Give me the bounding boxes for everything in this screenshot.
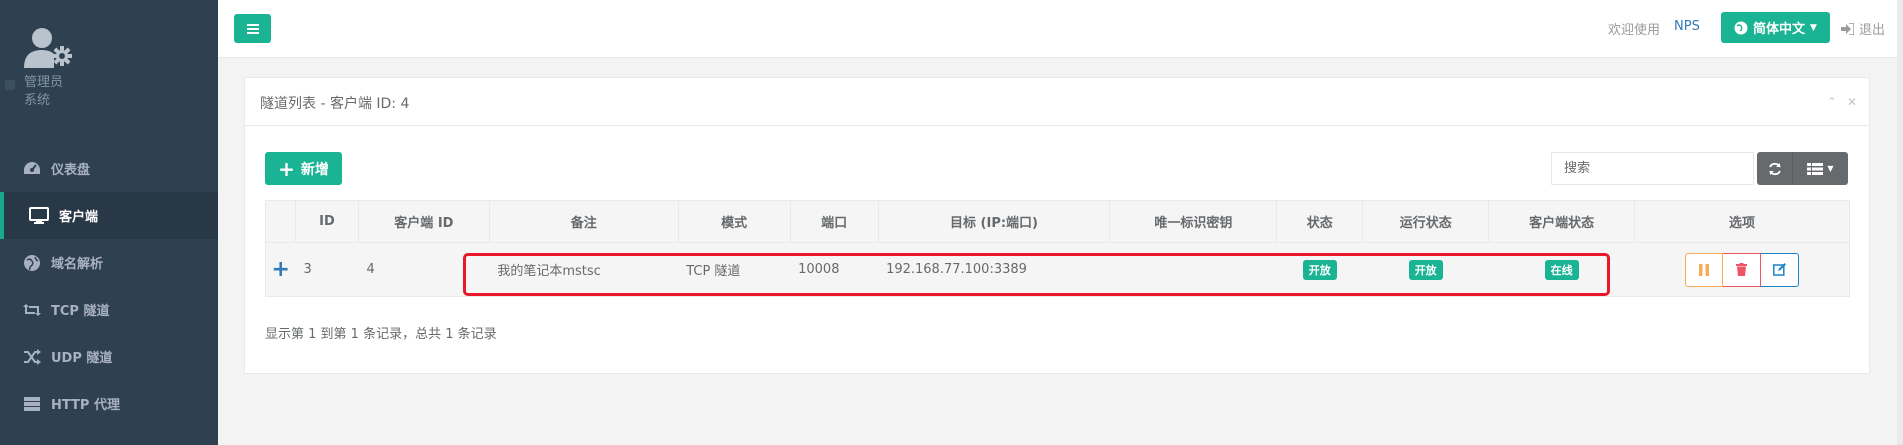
pagination-info: 显示第 1 到第 1 条记录，总共 1 条记录 — [265, 327, 497, 342]
column-header[interactable]: 客户端状态 — [1488, 200, 1636, 243]
sidebar-nav: 仪表盘 客户端 域名解析 TCP 隧道 UDP 隧道 HTTP 代理 — [0, 145, 218, 427]
logout-label: 退出 — [1859, 23, 1886, 38]
pause-icon — [1698, 263, 1709, 276]
column-header[interactable]: 备注 — [488, 200, 679, 243]
sidebar-item-udp[interactable]: UDP 隧道 — [0, 333, 218, 380]
cell-client-id: 4 — [358, 242, 490, 297]
profile-role: 系统 — [24, 93, 51, 108]
panel-tools: ⌃ ✕ — [1827, 95, 1857, 109]
run-status-badge: 开放 — [1408, 259, 1443, 280]
column-header[interactable]: 目标 (IP:端口) — [877, 200, 1111, 243]
language-label: 简体中文 — [1753, 22, 1806, 37]
column-header-expand — [265, 200, 296, 243]
sidebar-item-domain[interactable]: 域名解析 — [0, 239, 218, 286]
retweet-icon — [23, 303, 41, 316]
caret-down-icon: ▼ — [1810, 22, 1817, 33]
sidebar-item-label: TCP 隧道 — [51, 304, 110, 319]
th-list-icon — [1807, 162, 1824, 175]
pause-button[interactable] — [1684, 252, 1723, 287]
tunnel-table: ID 客户端 ID 备注 模式 端口 目标 (IP:端口) 唯一标识密钥 状态 … — [265, 200, 1850, 297]
scrollbar[interactable] — [1897, 0, 1903, 445]
row-actions — [1635, 252, 1849, 287]
cell-mode: TCP 隧道 — [678, 242, 791, 297]
search-input[interactable] — [1551, 152, 1754, 185]
add-label: 新增 — [300, 161, 329, 178]
sidebar-item-http[interactable]: HTTP 代理 — [0, 380, 218, 427]
column-header[interactable]: 客户端 ID — [357, 200, 490, 243]
plus-icon: + — [278, 156, 295, 181]
delete-button[interactable] — [1722, 252, 1761, 287]
sidebar-item-label: 域名解析 — [51, 257, 104, 272]
expand-row-button[interactable]: + — [272, 257, 290, 282]
table-row: + 3 4 我的笔记本mstsc TCP 隧道 10008 192.168.77… — [265, 242, 1850, 297]
collapse-marker — [5, 80, 15, 90]
globe-icon — [1734, 21, 1748, 34]
sign-out-icon — [1841, 22, 1854, 35]
cell-key — [1109, 242, 1277, 297]
caret-down-icon: ▼ — [1827, 164, 1834, 173]
cell-target: 192.168.77.100:3389 — [878, 242, 1110, 297]
column-header[interactable]: ID — [294, 200, 359, 243]
random-icon — [24, 348, 41, 365]
topbar: 欢迎使用 NPS 简体中文 ▼ 退出 — [218, 0, 1903, 58]
profile: 管理员 系统 — [24, 26, 184, 126]
brand-link[interactable]: NPS — [1674, 19, 1700, 34]
bars-icon — [246, 23, 259, 34]
add-button[interactable]: + 新增 — [265, 152, 342, 185]
panel-title: 隧道列表 - 客户端 ID: 4 — [260, 96, 410, 112]
column-header[interactable]: 选项 — [1634, 200, 1850, 243]
panel-header: 隧道列表 - 客户端 ID: 4 ⌃ ✕ — [245, 78, 1869, 126]
columns-toggle-button[interactable]: ▼ — [1793, 152, 1848, 185]
tunnel-list-panel: 隧道列表 - 客户端 ID: 4 ⌃ ✕ + 新增 ▼ ID 客户端 ID 备注… — [244, 77, 1870, 374]
edit-button[interactable] — [1760, 252, 1799, 287]
desktop-icon — [29, 206, 49, 224]
collapse-icon[interactable]: ⌃ — [1827, 95, 1837, 109]
sidebar-item-label: HTTP 代理 — [51, 398, 120, 413]
table-toolbar: ▼ — [1757, 152, 1848, 185]
refresh-icon — [1768, 162, 1781, 175]
sidebar-item-label: 客户端 — [59, 210, 99, 225]
sidebar-item-label: 仪表盘 — [51, 163, 91, 178]
cell-port: 10008 — [790, 242, 879, 297]
server-icon — [24, 396, 40, 411]
sidebar-item-tcp[interactable]: TCP 隧道 — [0, 286, 218, 333]
column-header[interactable]: 运行状态 — [1362, 200, 1490, 243]
language-dropdown-button[interactable]: 简体中文 ▼ — [1721, 12, 1830, 43]
refresh-button[interactable] — [1757, 152, 1793, 185]
globe-icon — [24, 254, 40, 271]
status-badge: 开放 — [1302, 259, 1337, 280]
sidebar-item-clients[interactable]: 客户端 — [0, 192, 218, 239]
cell-id: 3 — [295, 242, 359, 297]
sidebar: 管理员 系统 仪表盘 客户端 域名解析 TCP 隧道 UDP 隧道 HTTP 代… — [0, 0, 218, 445]
close-icon[interactable]: ✕ — [1847, 95, 1857, 109]
table-header-row: ID 客户端 ID 备注 模式 端口 目标 (IP:端口) 唯一标识密钥 状态 … — [265, 200, 1850, 243]
welcome-text: 欢迎使用 — [1608, 23, 1661, 38]
column-header[interactable]: 状态 — [1276, 200, 1364, 243]
edit-icon — [1772, 263, 1786, 276]
sidebar-item-label: UDP 隧道 — [51, 351, 113, 366]
column-header[interactable]: 唯一标识密钥 — [1109, 200, 1278, 243]
profile-name: 管理员 — [24, 75, 64, 90]
user-cog-icon — [24, 28, 72, 68]
cell-remark: 我的笔记本mstsc — [489, 242, 679, 297]
column-header[interactable]: 模式 — [677, 200, 791, 243]
client-status-badge: 在线 — [1544, 259, 1579, 280]
sidebar-item-dashboard[interactable]: 仪表盘 — [0, 145, 218, 192]
menu-toggle-button[interactable] — [234, 14, 271, 43]
dashboard-icon — [24, 161, 40, 174]
column-header[interactable]: 端口 — [789, 200, 879, 243]
logout-link[interactable]: 退出 — [1841, 19, 1885, 38]
trash-icon — [1735, 263, 1747, 276]
